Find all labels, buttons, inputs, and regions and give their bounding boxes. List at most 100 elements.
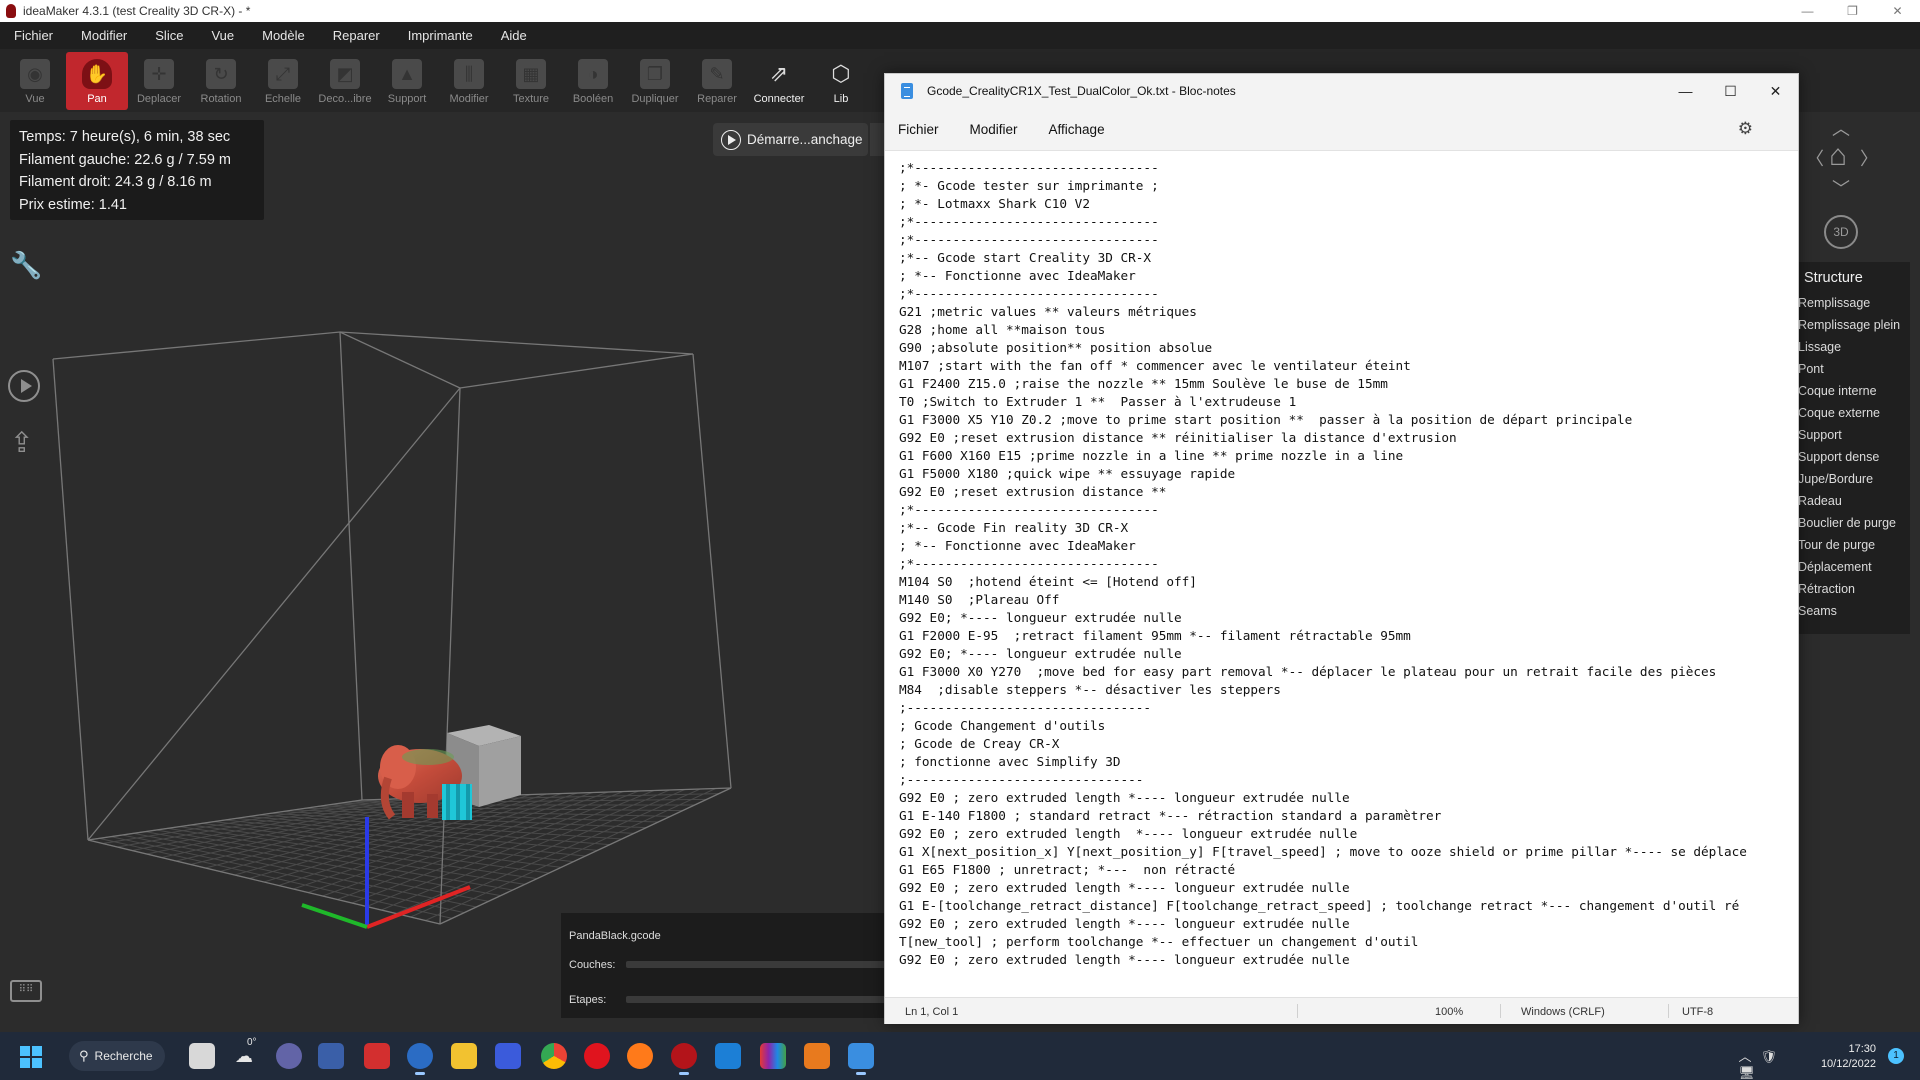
toolbar-label: Texture (512, 93, 550, 105)
app-blue-icon[interactable] (407, 1043, 433, 1075)
notepad-statusbar: Ln 1, Col 1 100% Windows (CRLF) UTF-8 (885, 997, 1798, 1024)
structure-item[interactable]: Seams (1796, 600, 1910, 622)
search-icon: ⚲ (79, 1048, 89, 1063)
app-red-icon[interactable] (364, 1043, 390, 1069)
structure-item[interactable]: Déplacement (1796, 556, 1910, 578)
file-explorer-icon[interactable] (451, 1043, 477, 1069)
rotate-down-icon[interactable]: ﹀ (1832, 175, 1850, 201)
app-c-icon[interactable] (715, 1043, 741, 1069)
notification-badge[interactable]: 1 (1888, 1048, 1904, 1064)
layers-slider[interactable] (626, 961, 891, 968)
toolbar-scale-button[interactable]: ⤢ Echelle (252, 52, 314, 110)
toolbar-wrench-button[interactable]: ✎ Reparer (686, 52, 748, 110)
rotate-right-icon[interactable]: 〉 (1860, 145, 1878, 171)
notepad-menu-modifier[interactable]: Modifier (970, 122, 1018, 137)
structure-item[interactable]: Support (1796, 424, 1910, 446)
menu-fichier[interactable]: Fichier (0, 28, 67, 43)
gcode-filename: PandaBlack.gcode (569, 930, 661, 942)
maximize-button[interactable]: ❐ (1830, 0, 1875, 22)
structure-item[interactable]: Support dense (1796, 446, 1910, 468)
menu-modifier[interactable]: Modifier (67, 28, 141, 43)
notepad-close-button[interactable]: ✕ (1753, 74, 1798, 108)
app-grid-icon[interactable] (495, 1043, 521, 1069)
menu-vue[interactable]: Vue (197, 28, 248, 43)
weather-icon[interactable]: ☁ 0° (231, 1037, 257, 1069)
3d-view-icon[interactable]: 3D (1824, 215, 1858, 249)
menu-aide[interactable]: Aide (487, 28, 541, 43)
settings-gear-icon[interactable]: ⚙ (1738, 119, 1753, 139)
clock[interactable]: 17:30 10/12/2022 (1796, 1042, 1876, 1072)
structure-item[interactable]: Coque externe (1796, 402, 1910, 424)
minimize-button[interactable]: — (1785, 0, 1830, 22)
home-view-icon[interactable]: ⌂ (1829, 139, 1847, 173)
toolbar-sliders-button[interactable]: ⫼ Modifier (438, 52, 500, 110)
rotate-left-icon[interactable]: 〈 (1806, 145, 1824, 171)
line-ending[interactable]: Windows (CRLF) (1521, 1006, 1605, 1018)
play-preview-icon[interactable] (8, 370, 40, 402)
rotate-up-icon[interactable]: ︿ (1832, 115, 1850, 141)
structure-item[interactable]: Tour de purge (1796, 534, 1910, 556)
export-icon[interactable]: ⇪ (10, 426, 33, 459)
app-orange-icon[interactable] (627, 1043, 653, 1069)
toolbar-rotate-button[interactable]: ↻ Rotation (190, 52, 252, 110)
toolbar-boolean-button[interactable]: ◑ Booléen (562, 52, 624, 110)
wrench-icon: ✎ (702, 59, 732, 89)
notepad-taskbar-icon[interactable] (848, 1043, 874, 1075)
notepad-text-editor[interactable]: ;*-------------------------------- ; *- … (885, 150, 1798, 1005)
structure-item[interactable]: Jupe/Bordure (1796, 468, 1910, 490)
structure-item[interactable]: Remplissage (1796, 292, 1910, 314)
structure-item[interactable]: Bouclier de purge (1796, 512, 1910, 534)
menu-slice[interactable]: Slice (141, 28, 197, 43)
notepad-minimize-button[interactable]: — (1663, 74, 1708, 108)
chat-icon[interactable] (276, 1043, 302, 1069)
ideamaker-taskbar-icon[interactable] (671, 1043, 697, 1075)
keyboard-icon[interactable]: ⠿⠿ (10, 980, 42, 1002)
chrome-icon[interactable] (541, 1043, 567, 1069)
task-view-icon[interactable] (189, 1043, 215, 1069)
opera-icon[interactable] (584, 1043, 610, 1069)
view-navigation: ︿ 〈 ⌂ 〉 ﹀ 3D (1800, 115, 1880, 250)
structure-legend-panel: Structure Remplissage Remplissage plein Li… (1796, 262, 1910, 634)
menu-modele[interactable]: Modèle (248, 28, 319, 43)
toolbar-texture-button[interactable]: ▦ Texture (500, 52, 562, 110)
encoding[interactable]: UTF-8 (1682, 1006, 1713, 1018)
cursor-position: Ln 1, Col 1 (905, 1006, 959, 1018)
toolbar-hand-button[interactable]: ✋ Pan (66, 52, 128, 110)
notepad-maximize-button[interactable]: ☐ (1708, 74, 1753, 108)
structure-item[interactable]: Pont (1796, 358, 1910, 380)
start-button[interactable] (20, 1046, 42, 1068)
estimated-price: Prix estime: 1.41 (19, 196, 127, 213)
sliders-icon: ⫼ (454, 59, 484, 89)
tray-icons[interactable]: ︿🛡🖥🔊 (1738, 1046, 1786, 1080)
print-time: Temps: 7 heure(s), 6 min, 38 sec (19, 129, 231, 145)
structure-item[interactable]: Remplissage plein (1796, 314, 1910, 336)
taskbar-search[interactable]: ⚲ Recherche (69, 1041, 165, 1071)
toolbar-move-button[interactable]: ✛ Deplacer (128, 52, 190, 110)
structure-item[interactable]: Rétraction (1796, 578, 1910, 600)
duplicate-icon: ❐ (640, 59, 670, 89)
structure-item[interactable]: Radeau (1796, 490, 1910, 512)
notepad-text-content[interactable]: ;*-------------------------------- ; *- … (899, 159, 1798, 969)
toolbar-eye-button[interactable]: ◉ Vue (4, 52, 66, 110)
notepad-menu-affichage[interactable]: Affichage (1049, 122, 1105, 137)
toolbar-cut-button[interactable]: ◩ Deco...ibre (314, 52, 376, 110)
app-bars-icon[interactable] (760, 1043, 786, 1069)
notepad-menu-fichier[interactable]: Fichier (898, 122, 939, 137)
toolbar-support-button[interactable]: ▲ Support (376, 52, 438, 110)
app-mosaic-icon[interactable] (804, 1043, 830, 1069)
filament-left: Filament gauche: 22.6 g / 7.59 m (19, 151, 231, 168)
toolbar-library-button[interactable]: ⬡ Lib (810, 52, 872, 110)
toolbar-connect-button[interactable]: ⇗ Connecter (748, 52, 810, 110)
structure-item[interactable]: Coque interne (1796, 380, 1910, 402)
steps-slider[interactable] (626, 996, 891, 1003)
menu-reparer[interactable]: Reparer (319, 28, 394, 43)
network-tool-icon[interactable] (318, 1043, 344, 1069)
zoom-level[interactable]: 100% (1435, 1006, 1463, 1018)
toolbar-label: Deco...ibre (318, 93, 372, 105)
close-button[interactable]: ✕ (1875, 0, 1920, 22)
structure-item[interactable]: Lissage (1796, 336, 1910, 358)
wrench-icon[interactable]: 🔧 (10, 250, 42, 281)
menu-imprimante[interactable]: Imprimante (394, 28, 487, 43)
start-slicing-button[interactable]: Démarre...anchage (713, 123, 868, 156)
toolbar-duplicate-button[interactable]: ❐ Dupliquer (624, 52, 686, 110)
